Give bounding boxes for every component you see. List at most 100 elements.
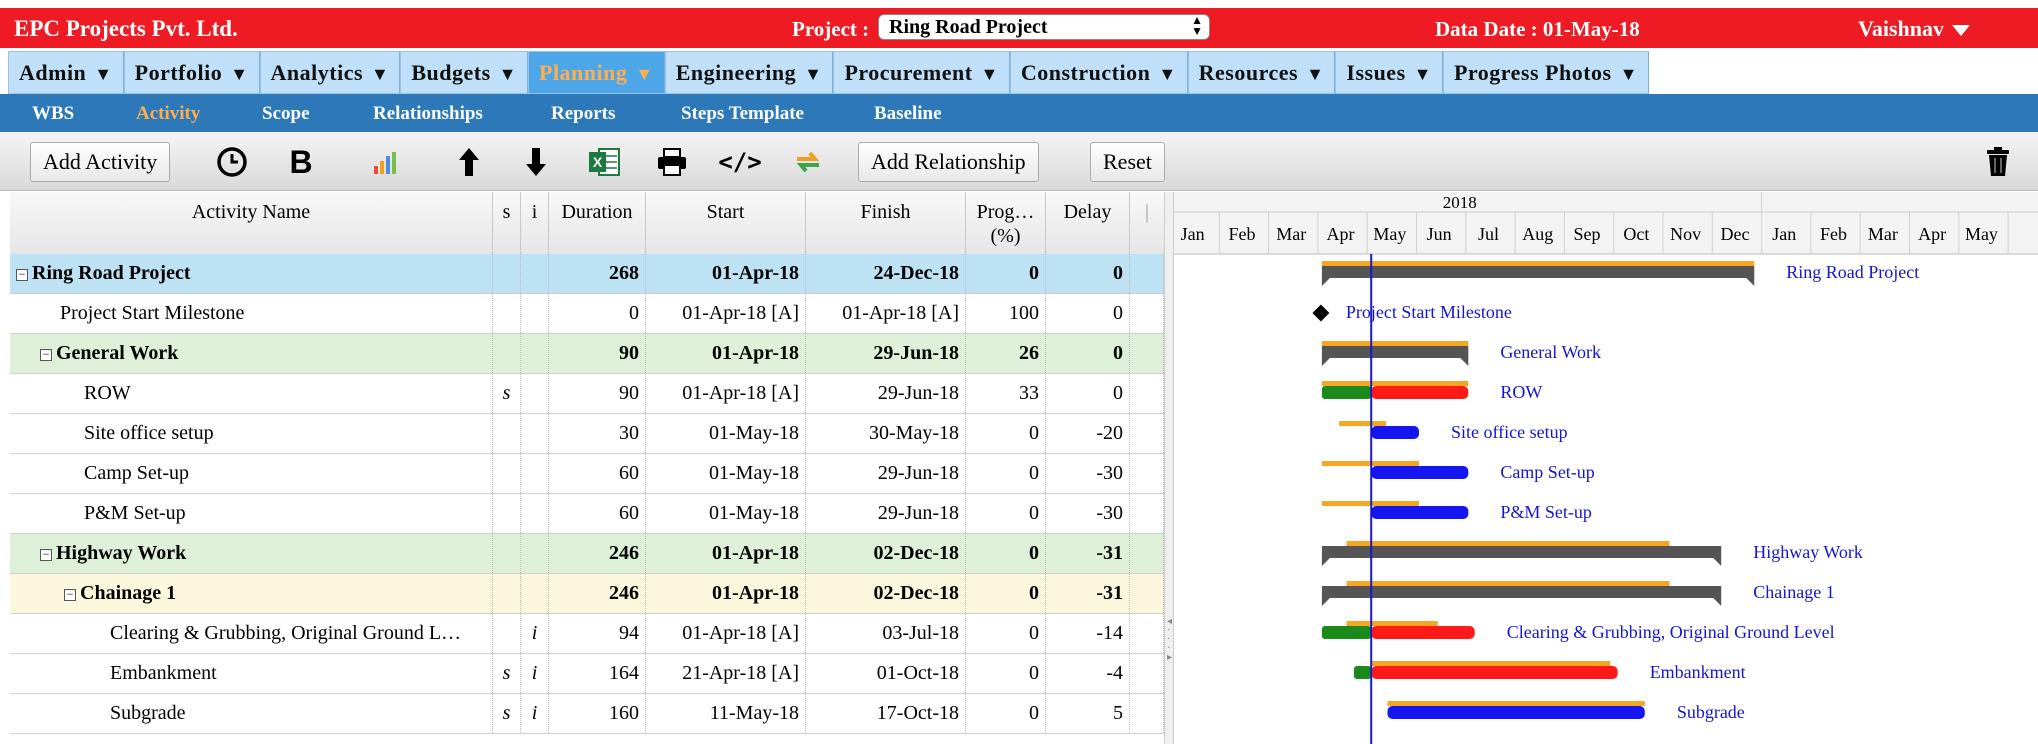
cell-s[interactable] xyxy=(493,614,521,653)
cell-delay[interactable]: 0 xyxy=(1046,254,1130,293)
cell-duration[interactable]: 30 xyxy=(549,414,646,453)
add-relationship-button[interactable]: Add Relationship xyxy=(858,142,1039,182)
cell-name[interactable]: Clearing & Grubbing, Original Ground L… xyxy=(10,614,493,653)
cell-progress[interactable]: 0 xyxy=(966,654,1046,693)
chart-icon[interactable] xyxy=(367,144,403,180)
col-activity-name[interactable]: Activity Name xyxy=(10,192,493,254)
clock-icon[interactable] xyxy=(214,144,250,180)
cell-s[interactable] xyxy=(493,494,521,533)
cell-delay[interactable]: -4 xyxy=(1046,654,1130,693)
cell-progress[interactable]: 0 xyxy=(966,494,1046,533)
cell-s[interactable] xyxy=(493,534,521,573)
cell-duration[interactable]: 60 xyxy=(549,454,646,493)
menu-procurement[interactable]: Procurement ▼ xyxy=(833,51,1010,94)
cell-name[interactable]: − Chainage 1 xyxy=(10,574,493,613)
table-row[interactable]: − Highway Work 246 01-Apr-18 02-Dec-18 0 -31 xyxy=(10,534,1164,574)
sync-icon[interactable] xyxy=(790,144,826,180)
excel-icon[interactable]: X xyxy=(586,144,622,180)
cell-name[interactable]: Project Start Milestone xyxy=(10,294,493,333)
col-delay[interactable]: Delay xyxy=(1046,192,1130,254)
cell-progress[interactable]: 0 xyxy=(966,534,1046,573)
menu-analytics[interactable]: Analytics ▼ xyxy=(259,51,401,94)
cell-s[interactable]: s xyxy=(493,654,521,693)
menu-progress-photos[interactable]: Progress Photos ▼ xyxy=(1442,51,1649,94)
add-activity-button[interactable]: Add Activity xyxy=(30,142,171,182)
cell-finish[interactable]: 29-Jun-18 xyxy=(806,494,966,533)
cell-delay[interactable]: -31 xyxy=(1046,574,1130,613)
cell-s[interactable] xyxy=(493,574,521,613)
cell-s[interactable] xyxy=(493,254,521,293)
menu-budgets[interactable]: Budgets ▼ xyxy=(400,51,528,94)
cell-finish[interactable]: 01-Oct-18 xyxy=(806,654,966,693)
cell-i[interactable] xyxy=(521,574,549,613)
cell-finish[interactable]: 29-Jun-18 xyxy=(806,334,966,373)
cell-i[interactable]: i xyxy=(521,654,549,693)
cell-progress[interactable]: 0 xyxy=(966,694,1046,733)
cell-start[interactable]: 01-Apr-18 xyxy=(646,334,806,373)
cell-i[interactable] xyxy=(521,374,549,413)
menu-engineering[interactable]: Engineering ▼ xyxy=(664,51,834,94)
cell-start[interactable]: 01-May-18 xyxy=(646,414,806,453)
cell-s[interactable] xyxy=(493,334,521,373)
cell-name[interactable]: Camp Set-up xyxy=(10,454,493,493)
cell-duration[interactable]: 268 xyxy=(549,254,646,293)
cell-i[interactable] xyxy=(521,294,549,333)
cell-duration[interactable]: 94 xyxy=(549,614,646,653)
cell-duration[interactable]: 246 xyxy=(549,574,646,613)
cell-delay[interactable]: 0 xyxy=(1046,374,1130,413)
table-row[interactable]: − Ring Road Project 268 01-Apr-18 24-Dec-18 0… xyxy=(10,254,1164,294)
cell-s[interactable] xyxy=(493,454,521,493)
table-row[interactable]: Site office setup 30 01-May-18 30-May-18 0 -2… xyxy=(10,414,1164,454)
cell-progress[interactable]: 100 xyxy=(966,294,1046,333)
cell-progress[interactable]: 0 xyxy=(966,574,1046,613)
cell-delay[interactable]: -31 xyxy=(1046,534,1130,573)
col-finish[interactable]: Finish xyxy=(806,192,966,254)
bold-icon[interactable]: B xyxy=(283,144,319,180)
cell-start[interactable]: 01-Apr-18 xyxy=(646,534,806,573)
code-icon[interactable]: </> xyxy=(718,144,761,180)
submenu-wbs[interactable]: WBS xyxy=(32,103,74,125)
collapse-icon[interactable]: − xyxy=(64,588,76,601)
cell-duration[interactable]: 90 xyxy=(549,374,646,413)
cell-s[interactable] xyxy=(493,294,521,333)
cell-finish[interactable]: 02-Dec-18 xyxy=(806,574,966,613)
col-progress[interactable]: Prog… (%) xyxy=(966,192,1046,254)
cell-i[interactable] xyxy=(521,254,549,293)
cell-name[interactable]: Subgrade xyxy=(10,694,493,733)
col-s[interactable]: s xyxy=(493,192,521,254)
move-up-icon[interactable] xyxy=(451,144,487,180)
table-row[interactable]: Subgrade s i 160 11-May-18 17-Oct-18 0 5 xyxy=(10,694,1164,734)
menu-construction[interactable]: Construction ▼ xyxy=(1009,51,1188,94)
cell-s[interactable]: s xyxy=(493,374,521,413)
cell-i[interactable] xyxy=(521,454,549,493)
cell-finish[interactable]: 01-Apr-18 [A] xyxy=(806,294,966,333)
cell-progress[interactable]: 0 xyxy=(966,454,1046,493)
cell-finish[interactable]: 24-Dec-18 xyxy=(806,254,966,293)
cell-i[interactable] xyxy=(521,534,549,573)
cell-delay[interactable]: 5 xyxy=(1046,694,1130,733)
cell-duration[interactable]: 60 xyxy=(549,494,646,533)
cell-i[interactable]: i xyxy=(521,694,549,733)
cell-finish[interactable]: 29-Jun-18 xyxy=(806,374,966,413)
cell-delay[interactable]: 0 xyxy=(1046,294,1130,333)
cell-name[interactable]: Site office setup xyxy=(10,414,493,453)
table-row[interactable]: Camp Set-up 60 01-May-18 29-Jun-18 0 -30 xyxy=(10,454,1164,494)
collapse-icon[interactable]: − xyxy=(40,348,52,361)
cell-i[interactable] xyxy=(521,334,549,373)
menu-planning[interactable]: Planning ▼ xyxy=(528,51,665,94)
cell-delay[interactable]: -20 xyxy=(1046,414,1130,453)
cell-start[interactable]: 01-Apr-18 [A] xyxy=(646,374,806,413)
project-select[interactable]: Ring Road Project ▲ ▼ xyxy=(878,14,1210,40)
cell-start[interactable]: 11-May-18 xyxy=(646,694,806,733)
pane-splitter[interactable]: ◂ · · · ▸ xyxy=(1164,192,1174,744)
cell-finish[interactable]: 02-Dec-18 xyxy=(806,534,966,573)
menu-resources[interactable]: Resources ▼ xyxy=(1187,51,1336,94)
submenu-baseline[interactable]: Baseline xyxy=(874,103,942,125)
cell-start[interactable]: 21-Apr-18 [A] xyxy=(646,654,806,693)
col-start[interactable]: Start xyxy=(646,192,806,254)
cell-delay[interactable]: -14 xyxy=(1046,614,1130,653)
cell-start[interactable]: 01-Apr-18 [A] xyxy=(646,614,806,653)
trash-icon[interactable] xyxy=(1980,144,2016,180)
submenu-relationships[interactable]: Relationships xyxy=(373,103,483,125)
submenu-steps-template[interactable]: Steps Template xyxy=(681,103,804,125)
